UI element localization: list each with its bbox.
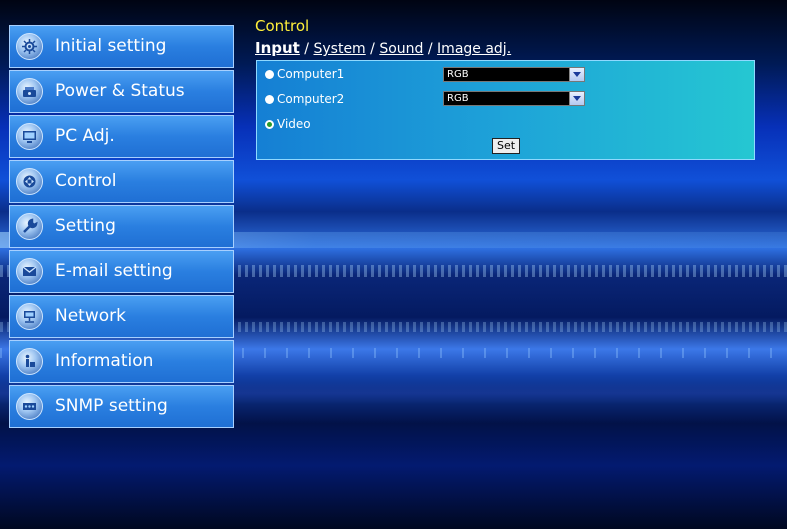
tab-separator: / xyxy=(299,41,314,57)
select-value: RGB xyxy=(447,93,469,104)
computer2-mode-select[interactable]: RGB xyxy=(443,91,585,106)
tab-sound[interactable]: Sound xyxy=(379,41,423,57)
input-option-computer2[interactable]: Computer2 xyxy=(265,92,344,106)
radio-computer1[interactable] xyxy=(265,70,274,79)
network-icon xyxy=(16,303,43,330)
radio-computer2[interactable] xyxy=(265,95,274,104)
sidebar-item-network[interactable]: Network xyxy=(9,295,234,338)
tab-separator: / xyxy=(365,41,380,57)
page-title: Control xyxy=(255,17,310,35)
snmp-icon xyxy=(16,393,43,420)
sidebar-item-label: PC Adj. xyxy=(55,126,115,146)
sidebar-item-email-setting[interactable]: E-mail setting xyxy=(9,250,234,293)
envelope-icon xyxy=(16,258,43,285)
sidebar-item-label: E-mail setting xyxy=(55,261,173,281)
sidebar-item-label: Information xyxy=(55,351,154,371)
tab-input[interactable]: Input xyxy=(255,39,300,57)
set-button[interactable]: Set xyxy=(492,138,521,154)
select-value: RGB xyxy=(447,69,469,80)
radio-video-selected[interactable] xyxy=(265,120,274,129)
gear-icon xyxy=(16,33,43,60)
input-option-video[interactable]: Video xyxy=(265,117,311,131)
page-background: Initial setting Power & Status PC Adj. C… xyxy=(0,0,787,529)
chevron-down-icon[interactable] xyxy=(569,68,584,81)
chevron-down-icon[interactable] xyxy=(569,92,584,105)
sidebar-item-initial-setting[interactable]: Initial setting xyxy=(9,25,234,68)
sidebar-item-information[interactable]: Information xyxy=(9,340,234,383)
tab-bar: Input / System / Sound / Image adj. xyxy=(255,39,511,57)
sidebar-item-control[interactable]: Control xyxy=(9,160,234,203)
sidebar-item-label: SNMP setting xyxy=(55,396,168,416)
sidebar-item-setting[interactable]: Setting xyxy=(9,205,234,248)
input-option-label: Computer2 xyxy=(277,92,345,106)
monitor-icon xyxy=(16,123,43,150)
sidebar-item-label: Control xyxy=(55,171,117,191)
input-option-label: Video xyxy=(277,117,311,131)
joystick-icon xyxy=(16,168,43,195)
sidebar-item-snmp-setting[interactable]: SNMP setting xyxy=(9,385,234,428)
tab-system[interactable]: System xyxy=(313,41,365,57)
input-option-label: Computer1 xyxy=(277,67,345,81)
sidebar-item-pc-adj[interactable]: PC Adj. xyxy=(9,115,234,158)
sidebar-item-power-status[interactable]: Power & Status xyxy=(9,70,234,113)
sidebar-item-label: Network xyxy=(55,306,126,326)
sidebar-item-label: Initial setting xyxy=(55,36,167,56)
computer1-mode-select[interactable]: RGB xyxy=(443,67,585,82)
sidebar-nav: Initial setting Power & Status PC Adj. C… xyxy=(9,25,234,430)
sidebar-item-label: Setting xyxy=(55,216,116,236)
power-icon xyxy=(16,78,43,105)
input-panel: Computer1 RGB Computer2 RGB Video Set xyxy=(256,60,755,160)
info-icon xyxy=(16,348,43,375)
sidebar-item-label: Power & Status xyxy=(55,81,185,101)
tab-image-adj[interactable]: Image adj. xyxy=(437,41,511,57)
tab-separator: / xyxy=(423,41,438,57)
input-option-computer1[interactable]: Computer1 xyxy=(265,67,344,81)
wrench-icon xyxy=(16,213,43,240)
